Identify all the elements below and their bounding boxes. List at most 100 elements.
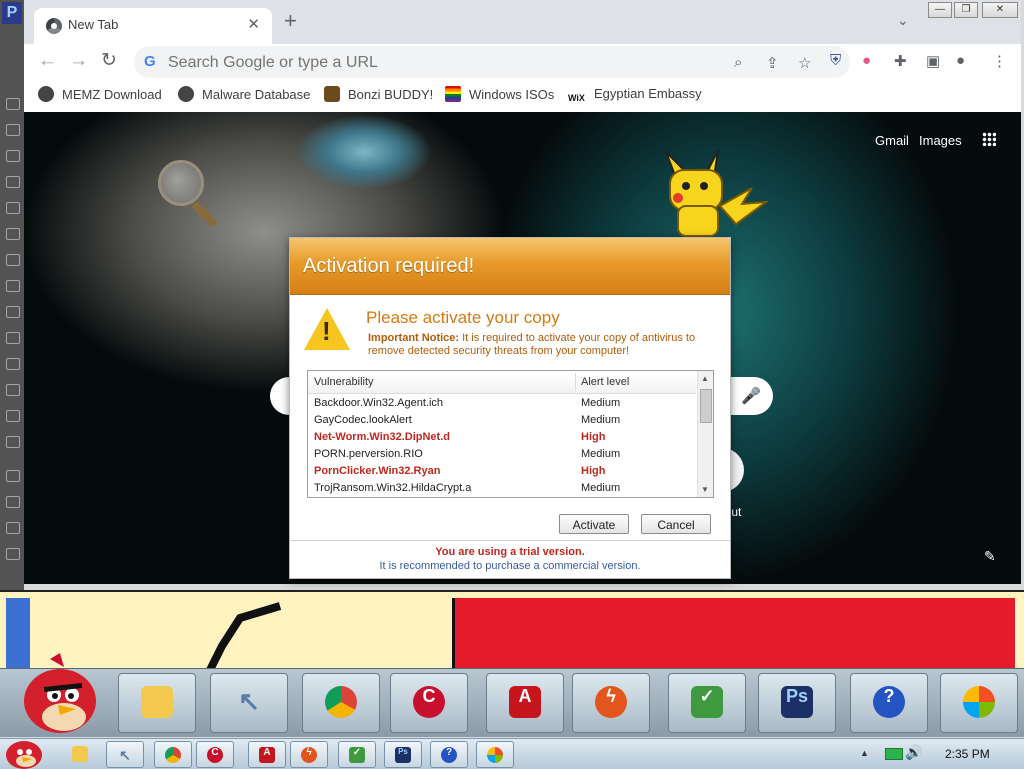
stamp-tool-icon[interactable] (6, 306, 20, 318)
bookmark-egyptian-embassy[interactable]: WiX Egyptian Embassy (568, 86, 702, 106)
dock-start[interactable] (940, 673, 1018, 733)
shape-tool-icon[interactable] (6, 548, 20, 560)
address-input[interactable] (166, 51, 710, 75)
minimize-button[interactable]: — (928, 2, 952, 18)
bookmark-memz[interactable]: MEMZ Download (38, 86, 162, 102)
profile-avatar-icon[interactable]: ● (956, 52, 965, 69)
speaker-icon[interactable]: 🔊 (905, 744, 922, 761)
gmail-link[interactable]: Gmail (875, 133, 909, 148)
reload-icon[interactable]: ↻ (101, 51, 117, 71)
tab-close-icon[interactable]: ✕ (247, 15, 260, 33)
dock-chrome[interactable] (302, 673, 380, 733)
bookmark-windows-isos[interactable]: Windows ISOs (445, 86, 554, 102)
task-cursor[interactable]: ↖ (106, 741, 144, 768)
forward-icon[interactable]: → (69, 51, 88, 71)
images-link[interactable]: Images (919, 133, 962, 148)
task-explorer[interactable] (62, 741, 98, 766)
lasso-tool-icon[interactable] (6, 150, 20, 162)
dock-cursor[interactable]: ↖ (210, 673, 288, 733)
battery-icon[interactable] (885, 748, 903, 760)
omnibox[interactable]: G ⌕ ⇪ ☆ (134, 46, 850, 78)
bookmark-bonzi-buddy[interactable]: Bonzi BUDDY! (324, 86, 433, 102)
microphone-icon[interactable]: 🎤 (741, 386, 761, 406)
move-tool-icon[interactable] (6, 98, 20, 110)
purchase-recommendation: It is recommended to purchase a commerci… (379, 560, 641, 572)
wallpaper-black-stroke (206, 602, 282, 670)
dock-acrobat[interactable]: A (486, 673, 564, 733)
task-ccleaner[interactable]: C (196, 741, 234, 768)
apps-grid-icon[interactable] (982, 132, 996, 146)
dock-security[interactable]: ✓ (668, 673, 746, 733)
scroll-up-icon[interactable]: ▲ (701, 374, 709, 383)
menu-kebab-icon[interactable]: ⋮ (992, 52, 1007, 70)
bookmark-star-icon[interactable]: ☆ (798, 54, 811, 72)
task-flash[interactable]: ϟ (290, 741, 328, 768)
column-vulnerability[interactable]: Vulnerability (314, 376, 374, 388)
help-icon: ? (441, 747, 457, 763)
taskbar-clock[interactable]: 2:35 PM (945, 747, 990, 761)
windows-logo-icon (963, 686, 995, 718)
dock-photoshop[interactable]: Ps (758, 673, 836, 733)
new-tab-button[interactable]: + (284, 10, 297, 32)
close-window-button[interactable]: ✕ (982, 2, 1018, 18)
table-scrollbar[interactable]: ▲ ▼ (697, 371, 713, 497)
task-security[interactable]: ✓ (338, 741, 376, 768)
tab-new-tab[interactable]: New Tab ✕ (34, 8, 272, 44)
table-row[interactable]: TrojRansom.Win32.HildaCrypt.a Medium (308, 480, 696, 497)
dock-flash[interactable]: ϟ (572, 673, 650, 733)
table-row[interactable]: Net-Worm.Win32.DipNet.d High (308, 429, 696, 446)
eraser-tool-icon[interactable] (6, 358, 20, 370)
type-tool-icon[interactable] (6, 496, 20, 508)
table-row[interactable]: PORN.perversion.RIO Medium (308, 446, 696, 463)
path-select-tool-icon[interactable] (6, 522, 20, 534)
table-row[interactable]: GayCodec.lookAlert Medium (308, 412, 696, 429)
healing-tool-icon[interactable] (6, 254, 20, 266)
pen-tool-icon[interactable] (6, 470, 20, 482)
dock-help[interactable]: ? (850, 673, 928, 733)
task-chrome[interactable] (154, 741, 192, 768)
task-help[interactable]: ? (430, 741, 468, 768)
task-photoshop[interactable]: Ps (384, 741, 422, 768)
quick-select-tool-icon[interactable] (6, 176, 20, 188)
scroll-down-icon[interactable]: ▼ (701, 485, 709, 494)
extension-flag-icon[interactable]: ● (862, 52, 871, 69)
scroll-thumb[interactable] (700, 389, 712, 423)
task-acrobat[interactable]: A (248, 741, 286, 768)
tab-search-icon[interactable]: ⌄ (897, 12, 909, 29)
chrome-icon (325, 686, 357, 718)
zoom-icon[interactable]: ⌕ (734, 54, 742, 71)
column-alert-level[interactable]: Alert level (581, 376, 629, 388)
ublock-icon[interactable]: ⛨ (830, 52, 841, 69)
brush-tool-icon[interactable] (6, 280, 20, 292)
extensions-puzzle-icon[interactable]: ✚ (894, 52, 907, 70)
blur-tool-icon[interactable] (6, 410, 20, 422)
chrome-favicon-icon (46, 18, 62, 34)
rainbow-flag-icon (445, 86, 461, 102)
customize-pencil-icon[interactable]: ✎ (984, 548, 996, 565)
start-button-bird-icon[interactable] (2, 733, 46, 769)
table-row[interactable]: PornClicker.Win32.Ryan High (308, 463, 696, 480)
task-windows[interactable] (476, 741, 514, 768)
crop-tool-icon[interactable] (6, 202, 20, 214)
share-icon[interactable]: ⇪ (766, 54, 779, 72)
maximize-button[interactable]: ❐ (954, 2, 978, 18)
side-panel-icon[interactable]: ▣ (926, 52, 940, 70)
gradient-tool-icon[interactable] (6, 384, 20, 396)
bookmark-malware-database[interactable]: Malware Database (178, 86, 310, 102)
history-brush-tool-icon[interactable] (6, 332, 20, 344)
dock-explorer[interactable] (118, 673, 196, 733)
table-row[interactable]: Backdoor.Win32.Agent.ich Medium (308, 395, 696, 412)
dodge-tool-icon[interactable] (6, 436, 20, 448)
activate-button[interactable]: Activate (559, 514, 629, 534)
back-icon[interactable]: ← (38, 51, 57, 71)
dialog-divider (290, 540, 730, 541)
eyedropper-tool-icon[interactable] (6, 228, 20, 240)
vulnerability-table[interactable]: Vulnerability Alert level Backdoor.Win32… (307, 370, 714, 498)
chrome-icon (165, 747, 181, 763)
tab-title: New Tab (68, 17, 119, 32)
dock-bar: ↖ C A ϟ ✓ Ps ? (0, 653, 1024, 737)
tray-expand-icon[interactable]: ▲ (860, 748, 869, 758)
marquee-tool-icon[interactable] (6, 124, 20, 136)
cancel-button[interactable]: Cancel (641, 514, 711, 534)
dock-ccleaner[interactable]: C (390, 673, 468, 733)
